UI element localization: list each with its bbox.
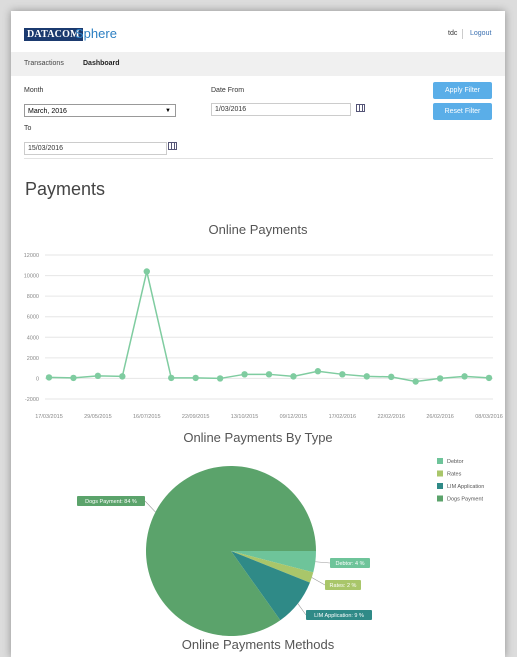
date-from-input[interactable]: 1/03/2016 [211, 103, 351, 116]
x-tick-label: 17/03/2015 [35, 414, 63, 420]
y-tick-label: 4000 [27, 335, 39, 341]
apply-filter-button[interactable]: Apply Filter [433, 82, 492, 99]
page-title: Payments [25, 179, 106, 199]
month-select-value: March, 2016 [28, 108, 67, 115]
y-tick-label: 8000 [27, 294, 39, 300]
data-point [339, 371, 346, 378]
data-point [216, 375, 224, 382]
data-point [119, 373, 126, 380]
calendar-icon[interactable] [168, 142, 177, 150]
y-tick-label: 6000 [27, 315, 39, 321]
calendar-icon[interactable] [356, 104, 365, 112]
online-payments-line-chart: -2000 0 2000 4000 6000 8000 10000 12000 17/03/20… [24, 253, 503, 420]
slice-label: LIM Application: 9 % [314, 613, 364, 619]
x-tick-label: 08/03/2016 [475, 414, 503, 420]
nav-bar: Transactions Dashboard [11, 52, 505, 76]
chevron-down-icon: ▼ [165, 108, 171, 114]
legend-label: LIM Application [447, 484, 484, 490]
datacom-logo: DATACOM [24, 28, 83, 41]
online-payments-by-type-pie-chart: Debtor: 4 % Rates: 2 % LIM Application: 9 … [77, 458, 484, 636]
callout-line [144, 500, 156, 513]
legend-swatch [437, 458, 443, 464]
month-select[interactable]: March, 2016 ▼ [24, 104, 176, 117]
data-point [241, 371, 248, 378]
y-tick-label: -2000 [25, 397, 39, 403]
legend-label: Debtor [447, 459, 464, 465]
data-point [143, 268, 150, 275]
y-tick-label: 10000 [24, 274, 39, 280]
legend-swatch [437, 483, 443, 489]
x-tick-label: 13/10/2015 [231, 414, 259, 420]
callout-line [297, 603, 307, 616]
data-point [290, 373, 297, 380]
top-bar: DATACOM Sphere tdc Logout [11, 11, 505, 52]
legend-label: Dogs Payment [447, 497, 484, 503]
nav-dashboard[interactable]: Dashboard [83, 60, 120, 67]
divider [24, 158, 493, 159]
data-point [363, 373, 370, 380]
reset-filter-button[interactable]: Reset Filter [433, 103, 492, 120]
x-tick-label: 22/09/2015 [182, 414, 210, 420]
date-to-input[interactable]: 15/03/2016 [24, 142, 167, 155]
data-point [265, 371, 273, 378]
data-point [192, 374, 199, 382]
header-divider [462, 29, 463, 39]
legend-label: Rates [447, 472, 462, 478]
to-label: To [24, 125, 32, 132]
y-tick-label: 2000 [27, 356, 39, 362]
nav-transactions[interactable]: Transactions [24, 60, 64, 67]
data-point [461, 373, 468, 380]
series-line [48, 271, 490, 383]
date-from-label: Date From [211, 87, 245, 94]
data-point [388, 373, 395, 381]
payments-methods-title: Online Payments Methods [181, 637, 335, 652]
logout-link[interactable]: Logout [470, 30, 491, 37]
x-tick-label: 29/05/2015 [84, 414, 112, 420]
slice-label: Rates: 2 % [330, 583, 357, 589]
legend-swatch [437, 470, 443, 477]
line-chart-title: Online Payments [208, 222, 308, 237]
y-tick-label: 0 [36, 376, 39, 382]
x-tick-label: 09/12/2015 [280, 414, 308, 420]
slice-label: Dogs Payment: 84 % [85, 499, 137, 505]
user-name: tdc [448, 30, 458, 37]
y-tick-label: 12000 [24, 253, 39, 259]
sphere-logo-text: Sphere [75, 26, 117, 41]
callout-line [311, 577, 326, 586]
data-point [168, 374, 175, 382]
data-point [314, 368, 322, 375]
x-tick-label: 17/02/2016 [329, 414, 357, 420]
month-label: Month [24, 87, 44, 94]
data-point [45, 374, 53, 381]
data-point [94, 372, 102, 380]
data-point [485, 374, 493, 382]
x-tick-label: 16/07/2015 [133, 414, 161, 420]
x-tick-label: 22/02/2016 [377, 414, 405, 420]
legend-swatch [437, 495, 443, 502]
pie-chart-title: Online Payments By Type [183, 430, 333, 445]
data-point [436, 375, 444, 382]
data-point [412, 378, 419, 385]
data-point [70, 374, 77, 382]
slice-label: Debtor: 4 % [335, 561, 364, 567]
browser-window: DATACOM Sphere tdc Logout Transactions D… [11, 11, 505, 657]
x-tick-label: 26/02/2016 [426, 414, 454, 420]
callout-line [315, 561, 331, 564]
